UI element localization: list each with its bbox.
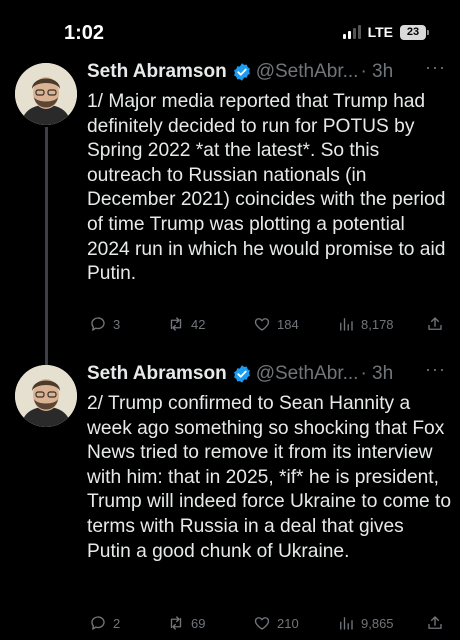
- retweet-button[interactable]: 69: [167, 614, 205, 632]
- like-button[interactable]: 210: [253, 614, 299, 632]
- reply-icon: [91, 317, 105, 331]
- tweet-text: 1/ Major media reported that Trump had d…: [87, 91, 446, 285]
- author-handle[interactable]: @SethAbr...: [256, 363, 359, 385]
- retweet-button[interactable]: 42: [167, 315, 205, 333]
- like-icon: [254, 318, 270, 331]
- status-indicators: LTE 23: [342, 24, 429, 40]
- tweet-text: 2/ Trump confirmed to Sean Hannity a wee…: [87, 393, 451, 562]
- retweet-icon: [170, 317, 182, 331]
- more-options-icon[interactable]: ···: [425, 57, 446, 78]
- views-count: 8,178: [361, 316, 394, 332]
- verified-badge-icon: [233, 63, 250, 81]
- like-count: 184: [277, 316, 299, 332]
- verified-badge-icon: [233, 365, 250, 383]
- battery-icon: 23: [400, 24, 429, 40]
- retweet-icon: [170, 616, 182, 630]
- views-count: 9,865: [361, 615, 394, 631]
- like-count: 210: [277, 615, 299, 631]
- reply-count: 3: [113, 316, 121, 332]
- avatar[interactable]: [15, 63, 77, 125]
- more-options-icon[interactable]: ···: [425, 359, 446, 380]
- share-button[interactable]: [426, 315, 444, 333]
- views-button[interactable]: 9,865: [337, 614, 394, 632]
- tweet[interactable]: Seth Abramson @SethAbr... · 3h ··· 2/ Tr…: [0, 357, 460, 640]
- network-label: LTE: [367, 24, 393, 40]
- author-name[interactable]: Seth Abramson: [87, 363, 227, 385]
- tweet-header: Seth Abramson @SethAbr... · 3h: [87, 363, 447, 385]
- avatar[interactable]: [15, 365, 77, 427]
- status-bar: 1:02 LTE 23: [0, 0, 460, 62]
- share-icon: [428, 317, 442, 330]
- tweet-time: · 3h: [360, 363, 394, 384]
- reply-icon: [91, 616, 105, 630]
- status-time: 1:02: [64, 22, 105, 44]
- tweet-header: Seth Abramson @SethAbr... · 3h: [87, 61, 447, 83]
- views-button[interactable]: 8,178: [337, 315, 394, 333]
- author-handle[interactable]: @SethAbr...: [256, 61, 359, 83]
- retweet-count: 42: [191, 316, 206, 332]
- tweet-actions: 3 42 184 8,178: [87, 315, 452, 339]
- reply-button[interactable]: 3: [89, 315, 120, 333]
- reply-button[interactable]: 2: [89, 614, 120, 632]
- like-icon: [254, 617, 270, 630]
- like-button[interactable]: 184: [253, 315, 299, 333]
- tweet[interactable]: Seth Abramson @SethAbr... · 3h ··· 1/ Ma…: [0, 55, 460, 410]
- share-button[interactable]: [426, 614, 444, 632]
- retweet-count: 69: [191, 615, 206, 631]
- reply-count: 2: [113, 615, 121, 631]
- signal-icon: [342, 25, 361, 39]
- author-name[interactable]: Seth Abramson: [87, 61, 227, 83]
- tweet-time: · 3h: [360, 61, 394, 82]
- share-icon: [428, 616, 442, 629]
- views-icon: [340, 617, 353, 630]
- views-icon: [340, 318, 353, 331]
- tweet-actions: 2 69 210 9,865: [87, 614, 452, 638]
